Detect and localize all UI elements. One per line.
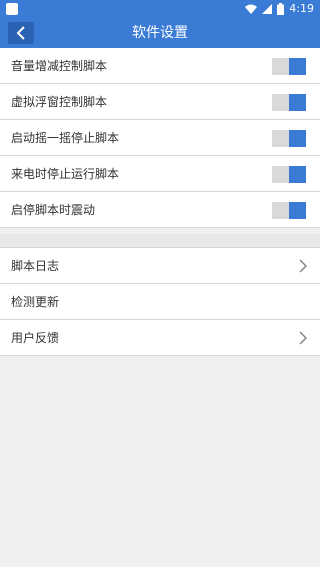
status-bar: 4:19 <box>0 0 320 18</box>
toggle-knob <box>289 202 306 219</box>
app-notification-icon <box>6 3 18 15</box>
setting-row-volume-control[interactable]: 音量增减控制脚本 <box>0 48 320 84</box>
vibrate-toggle[interactable] <box>272 202 306 219</box>
chevron-right-icon <box>299 259 308 273</box>
link-settings-group: 脚本日志 检测更新 用户反馈 <box>0 247 320 356</box>
setting-row-floating-window[interactable]: 虚拟浮窗控制脚本 <box>0 84 320 120</box>
app-bar: 软件设置 <box>0 18 320 48</box>
volume-control-toggle[interactable] <box>272 58 306 75</box>
wifi-icon <box>245 4 258 14</box>
toggle-knob <box>289 166 306 183</box>
floating-window-toggle[interactable] <box>272 94 306 111</box>
toggle-settings-group: 音量增减控制脚本 虚拟浮窗控制脚本 启动摇一摇停止脚本 来电时停止运行脚本 启停… <box>0 48 320 228</box>
setting-label: 启动摇一摇停止脚本 <box>11 131 120 145</box>
battery-icon <box>277 3 285 15</box>
setting-label: 启停脚本时震动 <box>11 203 96 217</box>
setting-label: 检测更新 <box>11 295 60 309</box>
page-title: 软件设置 <box>132 25 188 41</box>
shake-stop-toggle[interactable] <box>272 130 306 147</box>
signal-icon <box>262 4 273 14</box>
toggle-knob <box>289 58 306 75</box>
section-divider <box>0 234 320 247</box>
setting-row-vibrate[interactable]: 启停脚本时震动 <box>0 192 320 228</box>
chevron-right-icon <box>299 331 308 345</box>
status-time: 4:19 <box>289 2 314 15</box>
setting-label: 用户反馈 <box>11 331 60 345</box>
status-indicators: 4:19 <box>245 0 314 18</box>
setting-row-check-update[interactable]: 检测更新 <box>0 284 320 320</box>
setting-row-call-stop[interactable]: 来电时停止运行脚本 <box>0 156 320 192</box>
setting-row-script-log[interactable]: 脚本日志 <box>0 248 320 284</box>
toggle-knob <box>289 94 306 111</box>
setting-row-shake-stop[interactable]: 启动摇一摇停止脚本 <box>0 120 320 156</box>
setting-label: 来电时停止运行脚本 <box>11 167 120 181</box>
setting-label: 音量增减控制脚本 <box>11 59 108 73</box>
call-stop-toggle[interactable] <box>272 166 306 183</box>
setting-label: 脚本日志 <box>11 259 60 273</box>
setting-row-feedback[interactable]: 用户反馈 <box>0 320 320 356</box>
toggle-knob <box>289 130 306 147</box>
setting-label: 虚拟浮窗控制脚本 <box>11 95 108 109</box>
